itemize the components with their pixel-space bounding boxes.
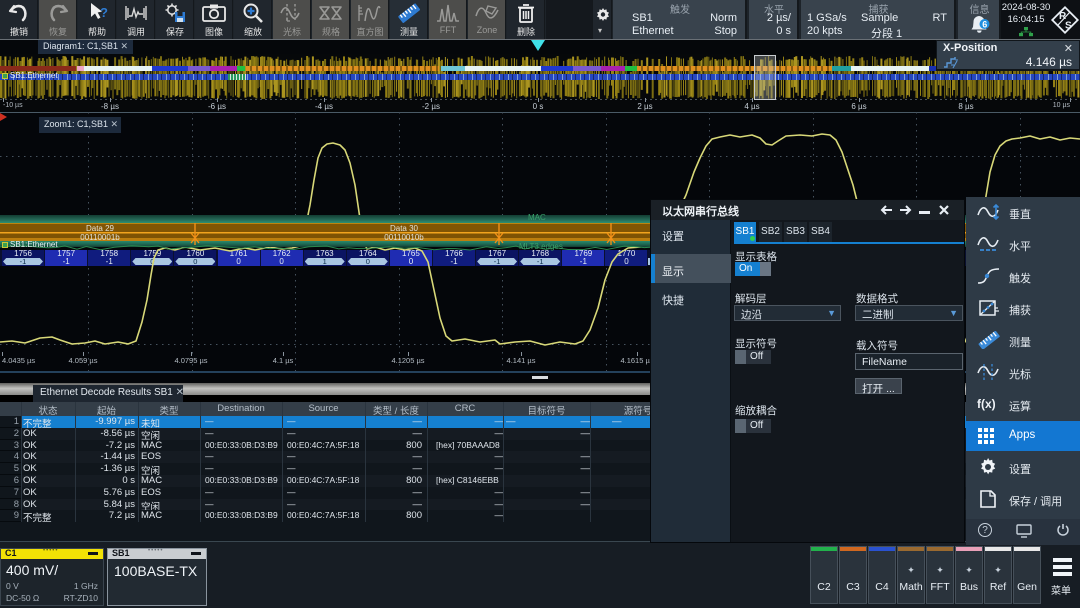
svg-text:f(x): f(x): [977, 397, 996, 411]
svg-text:6: 6: [982, 20, 987, 30]
svg-text:S: S: [1065, 21, 1072, 32]
